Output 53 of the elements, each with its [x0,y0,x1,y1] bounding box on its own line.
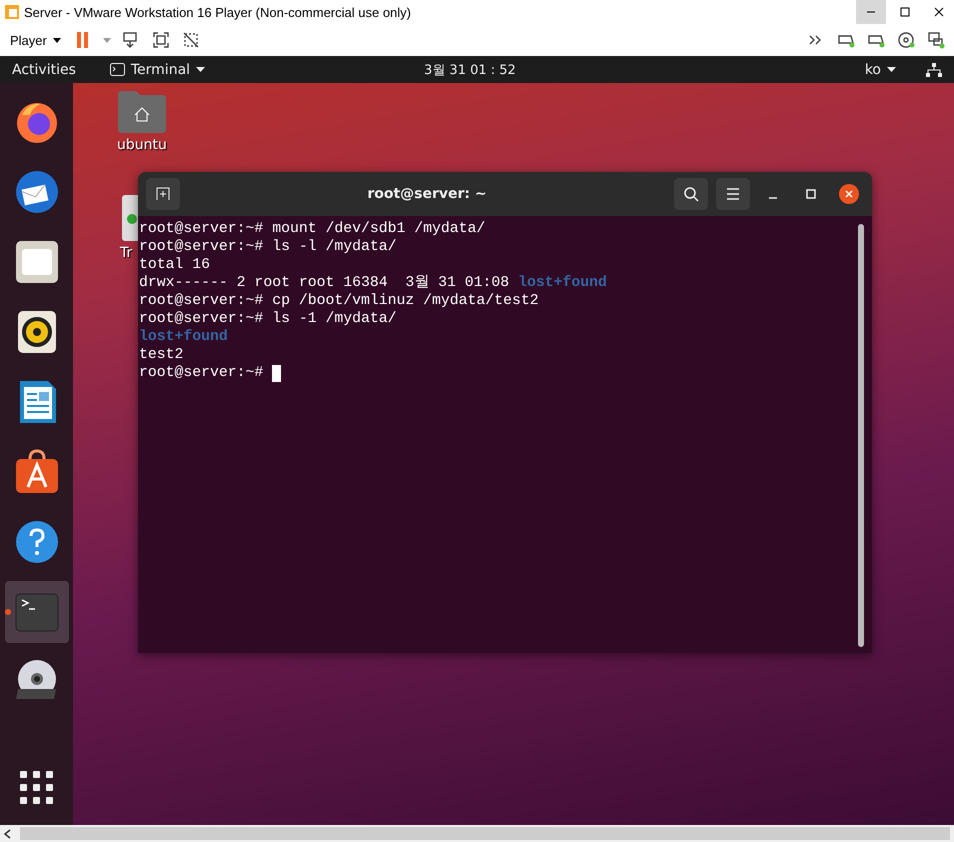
disc-icon[interactable] [896,30,916,50]
menu-icon [726,188,740,200]
caret-icon [196,67,206,72]
close-button[interactable] [839,184,859,204]
home-folder-icon[interactable] [118,91,166,133]
terminal-text: root@server:~# ls -1 /mydata/ [139,310,397,328]
close-icon [934,7,944,17]
terminal-text: test2 [139,346,184,364]
terminal-text: root@server:~# ls -l /mydata/ [139,238,397,256]
app-menu-label: Terminal [130,62,190,78]
directory-name: lost+found [518,274,607,292]
scrollbar[interactable] [858,224,864,647]
terminal-text: root@server:~# mount /dev/sdb1 /mydata/ [139,220,486,238]
text-cursor [272,364,282,382]
desktop-icon-label: ubuntu [117,137,167,153]
network-icon[interactable] [926,62,942,76]
network-icon[interactable] [926,30,946,50]
close-icon [845,190,853,198]
app-grid-icon[interactable] [20,771,54,805]
caret-icon[interactable] [102,38,111,42]
terminal-text: root@server:~# [139,364,264,382]
activities-button[interactable]: Activities [12,62,76,78]
app-logo-icon [4,4,20,20]
fullscreen-icon[interactable] [150,30,171,50]
new-tab-button[interactable] [146,178,180,210]
horizontal-scrollbar[interactable] [20,827,950,840]
mail-bird-icon [14,169,60,215]
desktop-icon-label: Tr [120,245,132,261]
running-indicator [4,609,10,615]
terminal-text: total 16 [139,256,210,274]
caret-icon [52,38,61,42]
unity-mode-icon[interactable] [180,30,201,50]
caret-icon [887,67,896,72]
terminal-icon [110,63,125,76]
new-tab-icon [156,187,170,201]
language-menu[interactable]: ko [864,62,896,78]
window-title: Server - VMware Workstation 16 Player (Non-commercial use only) [24,4,412,20]
terminal-text: drwx------ 2 root root 16384 3월 31 01:08 [139,274,510,292]
terminal-text: root@server:~# cp /boot/vmlinuz /mydata/test2 [139,292,539,310]
shopping-bag-icon [14,449,60,495]
search-button[interactable] [674,178,708,210]
terminal-title: root@server: ~ [366,186,488,202]
folder-icon [14,239,60,285]
clock[interactable]: 3월 31 01 : 52 [205,60,735,78]
player-menu[interactable]: Player [8,30,63,50]
app-menu[interactable]: Terminal [110,62,206,78]
menu-button[interactable] [716,178,750,210]
maximize-icon [900,7,910,17]
search-icon [683,186,699,202]
maximize-icon [806,189,816,199]
directory-name: lost+found [139,328,228,346]
help-icon [14,519,60,565]
minimize-icon [769,197,777,199]
